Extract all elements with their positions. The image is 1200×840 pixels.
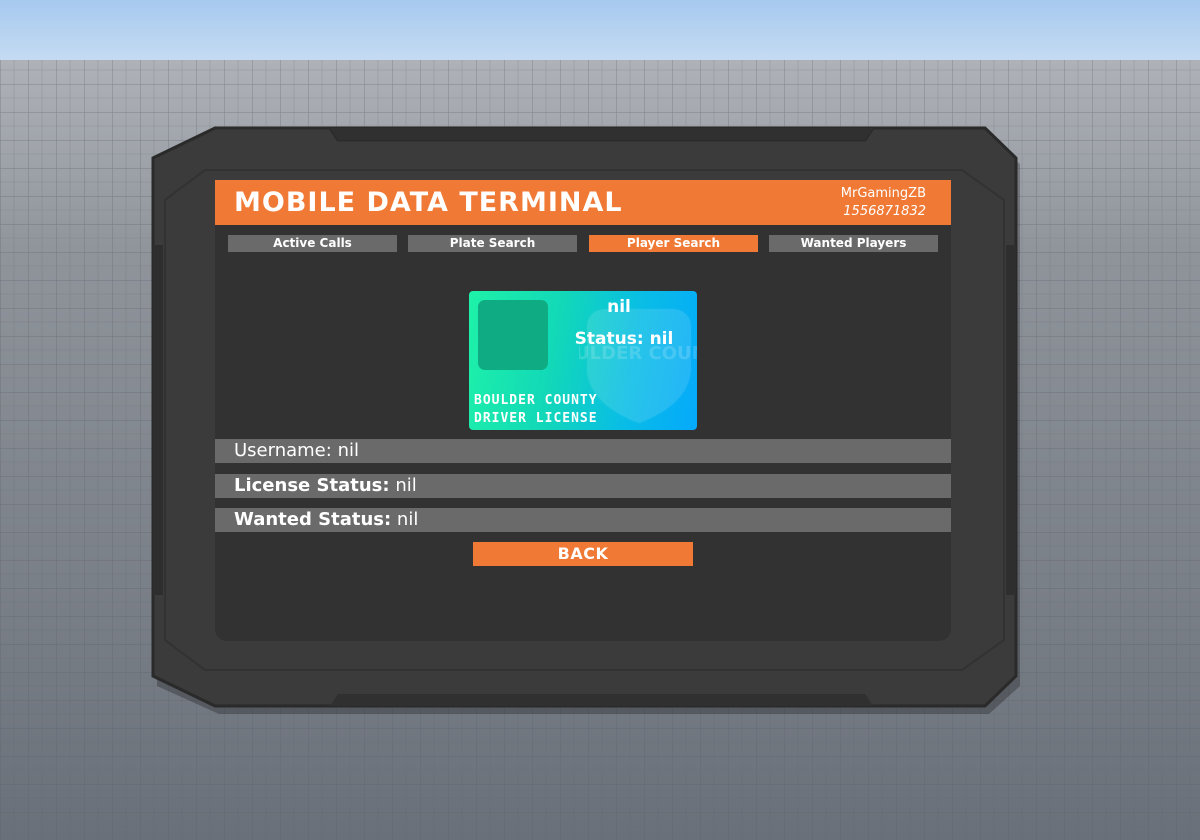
- license-county-label: BOULDER COUNTY DRIVER LICENSE: [474, 392, 598, 428]
- license-name: nil: [607, 297, 631, 317]
- license-status-value: nil: [395, 475, 417, 496]
- driver-license-card: BOULDER COUNTY nil Status: nil BOULDER C…: [469, 291, 697, 430]
- username-label: Username:: [234, 440, 332, 461]
- license-photo: [478, 300, 548, 370]
- license-status-row: License Status: nil: [215, 474, 951, 498]
- tab-plate-search[interactable]: Plate Search: [408, 235, 577, 252]
- header-username: MrGamingZB: [840, 186, 926, 201]
- tab-player-search[interactable]: Player Search: [589, 235, 758, 252]
- terminal-header: MOBILE DATA TERMINAL MrGamingZB 15568718…: [215, 180, 951, 225]
- wanted-status-row: Wanted Status: nil: [215, 508, 951, 532]
- username-value: nil: [337, 440, 359, 461]
- license-status-label: License Status:: [234, 475, 390, 496]
- username-row: Username: nil: [215, 439, 951, 463]
- tab-wanted-players[interactable]: Wanted Players: [769, 235, 938, 252]
- header-user-id: 1556871832: [843, 204, 926, 219]
- wanted-status-value: nil: [396, 509, 419, 530]
- back-button[interactable]: BACK: [473, 542, 693, 566]
- license-status: Status: nil: [574, 329, 674, 349]
- tab-active-calls[interactable]: Active Calls: [228, 235, 397, 252]
- license-county-line2: DRIVER LICENSE: [474, 411, 598, 426]
- terminal-title: MOBILE DATA TERMINAL: [234, 187, 623, 218]
- license-county-line1: BOULDER COUNTY: [474, 393, 598, 408]
- wanted-status-label: Wanted Status:: [234, 509, 392, 530]
